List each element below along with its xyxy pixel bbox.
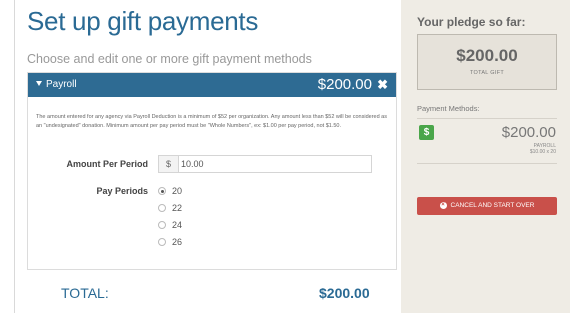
dollar-icon: $ bbox=[419, 125, 434, 140]
currency-prefix: $ bbox=[159, 156, 179, 172]
payment-methods-title: Payment Methods: bbox=[417, 104, 480, 113]
cancel-and-start-over-button[interactable]: × CANCEL AND START OVER bbox=[417, 197, 557, 215]
payment-method-detail: $10.00 x 20 bbox=[529, 149, 556, 155]
total-value: $200.00 bbox=[319, 285, 370, 301]
radio-icon[interactable] bbox=[158, 204, 166, 212]
payment-method-amount: $200.00 bbox=[501, 124, 556, 141]
panel-amount: $200.00 bbox=[317, 76, 372, 93]
radio-checked-icon[interactable] bbox=[158, 187, 166, 195]
page-subtitle: Choose and edit one or more gift payment… bbox=[27, 52, 312, 66]
close-icon[interactable]: ✖ bbox=[377, 77, 388, 93]
payroll-notice: The amount entered for any agency via Pa… bbox=[36, 114, 387, 129]
pledge-title: Your pledge so far: bbox=[417, 15, 526, 29]
cancel-button-label: CANCEL AND START OVER bbox=[450, 202, 535, 209]
radio-icon[interactable] bbox=[158, 221, 166, 229]
cancel-icon: × bbox=[439, 201, 447, 209]
divider bbox=[417, 118, 557, 119]
pay-period-option-24[interactable]: 24 bbox=[158, 217, 182, 233]
pay-period-option-20[interactable]: 20 bbox=[158, 183, 182, 199]
main-content: Set up gift payments Choose and edit one… bbox=[15, 0, 401, 313]
total-gift-value: $200.00 bbox=[456, 46, 518, 65]
page: Set up gift payments Choose and edit one… bbox=[14, 0, 570, 313]
total-gift-label: TOTAL GIFT bbox=[469, 70, 505, 76]
amount-per-period-field: $ bbox=[158, 155, 372, 173]
pay-period-label: 20 bbox=[172, 186, 183, 196]
divider bbox=[417, 163, 557, 164]
pledge-sidebar: Your pledge so far: $200.00 TOTAL GIFT P… bbox=[401, 0, 570, 313]
total-gift-box: $200.00 TOTAL GIFT bbox=[417, 34, 557, 90]
amount-per-period-label: Amount Per Period bbox=[66, 159, 148, 169]
payroll-panel: Payroll $200.00 ✖ The amount entered for… bbox=[27, 72, 397, 270]
radio-icon[interactable] bbox=[158, 238, 166, 246]
pay-period-option-26[interactable]: 26 bbox=[158, 234, 182, 250]
amount-per-period-input[interactable] bbox=[181, 157, 367, 171]
page-title: Set up gift payments bbox=[27, 6, 259, 36]
pay-period-label: 22 bbox=[172, 203, 183, 213]
payroll-panel-header[interactable]: Payroll $200.00 ✖ bbox=[28, 73, 396, 97]
pay-period-label: 24 bbox=[172, 220, 183, 230]
panel-title: Payroll bbox=[46, 79, 77, 90]
pay-period-label: 26 bbox=[172, 237, 183, 247]
pay-period-option-22[interactable]: 22 bbox=[158, 200, 182, 216]
total-label: TOTAL: bbox=[61, 285, 109, 301]
pay-periods-label: Pay Periods bbox=[96, 186, 148, 196]
caret-down-icon[interactable] bbox=[36, 81, 42, 86]
